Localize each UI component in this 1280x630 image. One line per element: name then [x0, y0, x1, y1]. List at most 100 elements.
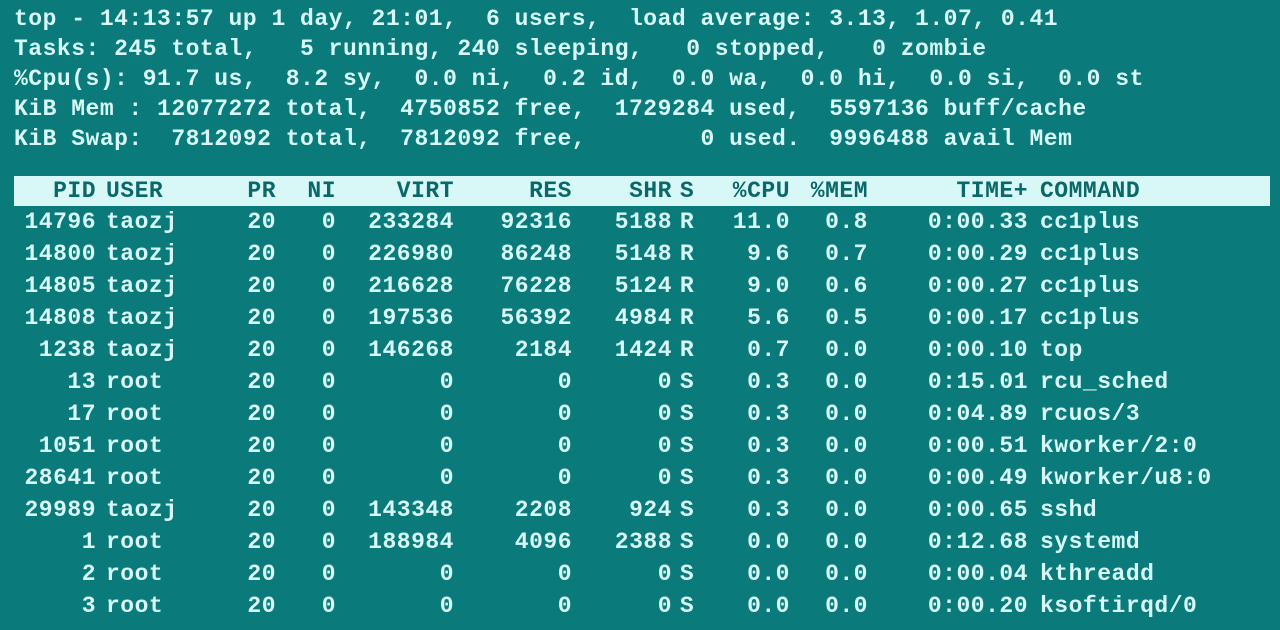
cell: 14800	[14, 238, 96, 270]
table-row[interactable]: 1root20018898440962388S0.00.00:12.68syst…	[14, 526, 1270, 558]
cell: 0	[276, 206, 336, 238]
cell: S	[672, 526, 702, 558]
col-user[interactable]: USER	[96, 176, 206, 206]
cell: 146268	[336, 334, 454, 366]
summary-swap: KiB Swap: 7812092 total, 7812092 free, 0…	[14, 124, 1270, 154]
cell: 20	[206, 302, 276, 334]
cell: 0.0	[790, 494, 868, 526]
cell: 0	[276, 590, 336, 622]
table-row[interactable]: 14796taozj200233284923165188R11.00.80:00…	[14, 206, 1270, 238]
cell: 0.3	[702, 398, 790, 430]
cell: 197536	[336, 302, 454, 334]
col-command[interactable]: COMMAND	[1028, 176, 1270, 206]
table-row[interactable]: 1051root200000S0.30.00:00.51kworker/2:0	[14, 430, 1270, 462]
table-row[interactable]: 2root200000S0.00.00:00.04kthreadd	[14, 558, 1270, 590]
cell: 1051	[14, 430, 96, 462]
cell: 0:00.33	[868, 206, 1028, 238]
cell: 2208	[454, 494, 572, 526]
cell: 0:00.10	[868, 334, 1028, 366]
cell: 28641	[14, 462, 96, 494]
table-row[interactable]: 3root200000S0.00.00:00.20ksoftirqd/0	[14, 590, 1270, 622]
cell: 0:00.49	[868, 462, 1028, 494]
cell: 20	[206, 366, 276, 398]
cell: taozj	[96, 334, 206, 366]
cell: taozj	[96, 238, 206, 270]
cell: 0	[276, 270, 336, 302]
table-row[interactable]: 17root200000S0.30.00:04.89rcuos/3	[14, 398, 1270, 430]
cell: cc1plus	[1028, 238, 1270, 270]
table-row[interactable]: 14800taozj200226980862485148R9.60.70:00.…	[14, 238, 1270, 270]
cell: 0	[276, 302, 336, 334]
cell: 0.0	[790, 334, 868, 366]
table-row[interactable]: 28641root200000S0.30.00:00.49kworker/u8:…	[14, 462, 1270, 494]
cell: 0.7	[790, 238, 868, 270]
cell: 0	[276, 366, 336, 398]
table-row[interactable]: 1238taozj20014626821841424R0.70.00:00.10…	[14, 334, 1270, 366]
col-pid[interactable]: PID	[14, 176, 96, 206]
col-time[interactable]: TIME+	[868, 176, 1028, 206]
cell: 20	[206, 526, 276, 558]
table-row[interactable]: 14808taozj200197536563924984R5.60.50:00.…	[14, 302, 1270, 334]
cell: top	[1028, 334, 1270, 366]
col-virt[interactable]: VIRT	[336, 176, 454, 206]
cell: taozj	[96, 302, 206, 334]
cell: root	[96, 558, 206, 590]
summary-tasks: Tasks: 245 total, 5 running, 240 sleepin…	[14, 34, 1270, 64]
col-shr[interactable]: SHR	[572, 176, 672, 206]
cell: S	[672, 430, 702, 462]
table-header-row: PID USER PR NI VIRT RES SHR S %CPU %MEM …	[14, 176, 1270, 206]
cell: 188984	[336, 526, 454, 558]
cell: systemd	[1028, 526, 1270, 558]
cell: S	[672, 462, 702, 494]
cell: 20	[206, 462, 276, 494]
cell: 20	[206, 334, 276, 366]
cell: 0:00.04	[868, 558, 1028, 590]
cell: 0	[276, 526, 336, 558]
cell: rcuos/3	[1028, 398, 1270, 430]
cell: rcu_sched	[1028, 366, 1270, 398]
cell: 0.0	[790, 526, 868, 558]
cell: 0	[454, 430, 572, 462]
terminal-screen: top - 14:13:57 up 1 day, 21:01, 6 users,…	[0, 0, 1280, 622]
cell: R	[672, 206, 702, 238]
cell: 20	[206, 494, 276, 526]
cell: kworker/2:0	[1028, 430, 1270, 462]
cell: 0:15.01	[868, 366, 1028, 398]
cell: 0	[336, 462, 454, 494]
col-mem[interactable]: %MEM	[790, 176, 868, 206]
summary-mem: KiB Mem : 12077272 total, 4750852 free, …	[14, 94, 1270, 124]
cell: 0:00.29	[868, 238, 1028, 270]
cell: 0.0	[790, 590, 868, 622]
cell: 0	[454, 366, 572, 398]
cell: cc1plus	[1028, 302, 1270, 334]
cell: 226980	[336, 238, 454, 270]
cell: S	[672, 494, 702, 526]
col-cpu[interactable]: %CPU	[702, 176, 790, 206]
cell: 0	[276, 462, 336, 494]
cell: taozj	[96, 494, 206, 526]
cell: 4096	[454, 526, 572, 558]
cell: 0	[276, 558, 336, 590]
cell: root	[96, 398, 206, 430]
col-res[interactable]: RES	[454, 176, 572, 206]
cell: 0.3	[702, 366, 790, 398]
table-row[interactable]: 13root200000S0.30.00:15.01rcu_sched	[14, 366, 1270, 398]
cell: root	[96, 590, 206, 622]
cell: 2388	[572, 526, 672, 558]
cell: 0:04.89	[868, 398, 1028, 430]
cell: 0	[572, 462, 672, 494]
cell: 0.0	[790, 462, 868, 494]
cell: 3	[14, 590, 96, 622]
cell: 0	[336, 366, 454, 398]
cell: R	[672, 302, 702, 334]
col-s[interactable]: S	[672, 176, 702, 206]
cell: 0.8	[790, 206, 868, 238]
cell: 0:00.20	[868, 590, 1028, 622]
cell: 0	[336, 590, 454, 622]
cell: 0.7	[702, 334, 790, 366]
cell: 0	[572, 366, 672, 398]
table-row[interactable]: 14805taozj200216628762285124R9.00.60:00.…	[14, 270, 1270, 302]
cell: 0	[336, 558, 454, 590]
col-ni[interactable]: NI	[276, 176, 336, 206]
table-row[interactable]: 29989taozj2001433482208924S0.30.00:00.65…	[14, 494, 1270, 526]
